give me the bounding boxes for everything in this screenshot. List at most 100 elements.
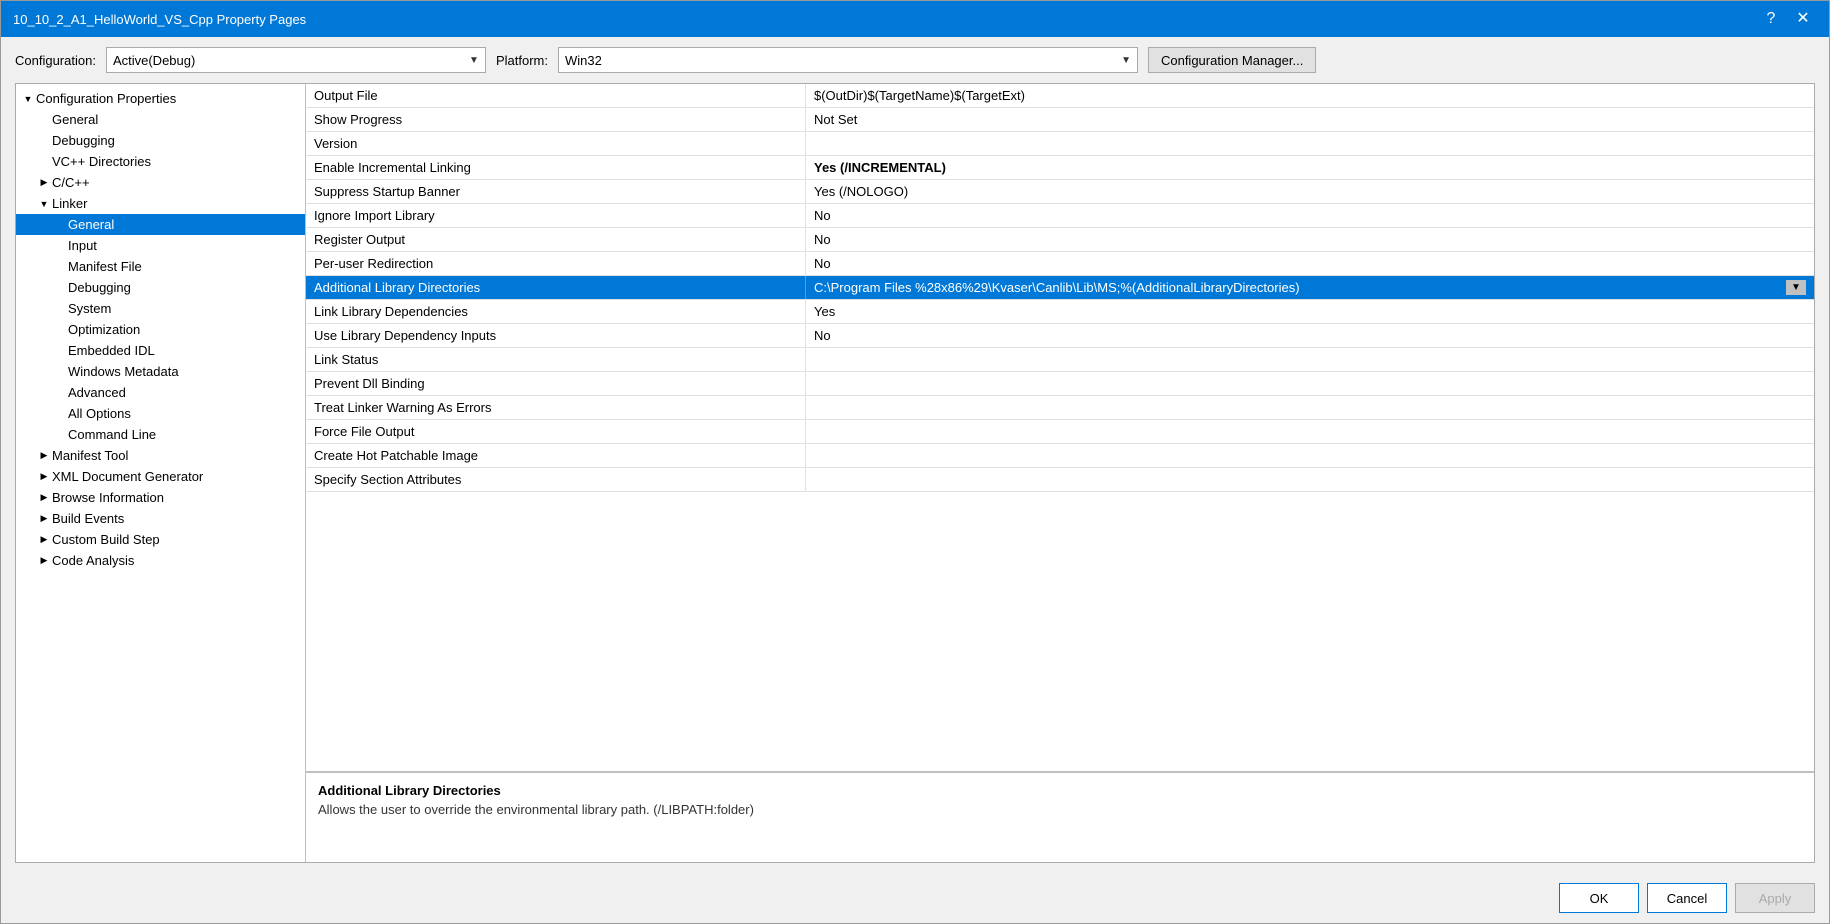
- sidebar-item-custom-build-step[interactable]: ▶Custom Build Step: [16, 529, 305, 550]
- sidebar-item-build-events[interactable]: ▶Build Events: [16, 508, 305, 529]
- cancel-button[interactable]: Cancel: [1647, 883, 1727, 913]
- tree-label-linker-command-line: Command Line: [68, 427, 305, 442]
- prop-row-per-user-redirection[interactable]: Per-user RedirectionNo: [306, 252, 1814, 276]
- apply-button[interactable]: Apply: [1735, 883, 1815, 913]
- prop-value-text-output-file: $(OutDir)$(TargetName)$(TargetExt): [814, 88, 1025, 103]
- tree-label-linker-system: System: [68, 301, 305, 316]
- tree-arrow-linker: ▼: [36, 199, 52, 209]
- prop-dropdown-btn-additional-library-dirs[interactable]: ▼: [1786, 280, 1806, 295]
- sidebar-item-linker-debugging[interactable]: Debugging: [16, 277, 305, 298]
- prop-name-register-output: Register Output: [306, 228, 806, 251]
- prop-row-link-library-dependencies[interactable]: Link Library DependenciesYes: [306, 300, 1814, 324]
- prop-row-create-hot-patchable-image[interactable]: Create Hot Patchable Image: [306, 444, 1814, 468]
- prop-row-use-library-dependency-inputs[interactable]: Use Library Dependency InputsNo: [306, 324, 1814, 348]
- sidebar-item-linker-manifest-file[interactable]: Manifest File: [16, 256, 305, 277]
- sidebar-item-code-analysis[interactable]: ▶Code Analysis: [16, 550, 305, 571]
- sidebar-item-vcpp-directories[interactable]: VC++ Directories: [16, 151, 305, 172]
- prop-value-link-status: [806, 348, 1814, 371]
- prop-value-output-file: $(OutDir)$(TargetName)$(TargetExt): [806, 84, 1814, 107]
- config-select[interactable]: Active(Debug) ▼: [106, 47, 486, 73]
- prop-name-additional-library-dirs: Additional Library Directories: [306, 276, 806, 299]
- tree-arrow-xml-doc-generator: ▶: [36, 471, 52, 482]
- sidebar-item-linker-optimization[interactable]: Optimization: [16, 319, 305, 340]
- platform-dropdown-arrow: ▼: [1121, 55, 1131, 66]
- tree-label-manifest-tool: Manifest Tool: [52, 448, 305, 463]
- prop-row-ignore-import-library[interactable]: Ignore Import LibraryNo: [306, 204, 1814, 228]
- tree-label-linker-optimization: Optimization: [68, 322, 305, 337]
- sidebar-item-config-properties[interactable]: ▼Configuration Properties: [16, 88, 305, 109]
- prop-name-prevent-dll-binding: Prevent Dll Binding: [306, 372, 806, 395]
- prop-name-version: Version: [306, 132, 806, 155]
- tree-label-cpp: C/C++: [52, 175, 305, 190]
- prop-row-specify-section-attributes[interactable]: Specify Section Attributes: [306, 468, 1814, 492]
- prop-value-create-hot-patchable-image: [806, 444, 1814, 467]
- sidebar-item-xml-doc-generator[interactable]: ▶XML Document Generator: [16, 466, 305, 487]
- prop-value-text-show-progress: Not Set: [814, 112, 857, 127]
- sidebar-item-debugging[interactable]: Debugging: [16, 130, 305, 151]
- prop-value-show-progress: Not Set: [806, 108, 1814, 131]
- prop-row-additional-library-dirs[interactable]: Additional Library DirectoriesC:\Program…: [306, 276, 1814, 300]
- sidebar-item-linker-windows-metadata[interactable]: Windows Metadata: [16, 361, 305, 382]
- platform-label: Platform:: [496, 53, 548, 68]
- prop-value-use-library-dependency-inputs: No: [806, 324, 1814, 347]
- prop-value-text-use-library-dependency-inputs: No: [814, 328, 831, 343]
- prop-name-link-status: Link Status: [306, 348, 806, 371]
- prop-value-text-link-library-dependencies: Yes: [814, 304, 835, 319]
- prop-value-text-per-user-redirection: No: [814, 256, 831, 271]
- sidebar-item-linker[interactable]: ▼Linker: [16, 193, 305, 214]
- prop-row-suppress-startup-banner[interactable]: Suppress Startup BannerYes (/NOLOGO): [306, 180, 1814, 204]
- tree-label-xml-doc-generator: XML Document Generator: [52, 469, 305, 484]
- prop-value-suppress-startup-banner: Yes (/NOLOGO): [806, 180, 1814, 203]
- prop-row-output-file[interactable]: Output File $(OutDir)$(TargetName)$(Targe…: [306, 84, 1814, 108]
- prop-row-show-progress[interactable]: Show ProgressNot Set: [306, 108, 1814, 132]
- prop-name-output-file: Output File: [306, 84, 806, 107]
- sidebar-item-cpp[interactable]: ▶C/C++: [16, 172, 305, 193]
- sidebar-item-linker-input[interactable]: Input: [16, 235, 305, 256]
- tree-label-linker-advanced: Advanced: [68, 385, 305, 400]
- title-bar: 10_10_2_A1_HelloWorld_VS_Cpp Property Pa…: [1, 1, 1829, 37]
- sidebar-item-linker-system[interactable]: System: [16, 298, 305, 319]
- sidebar-item-general[interactable]: General: [16, 109, 305, 130]
- sidebar-item-linker-general[interactable]: General: [16, 214, 305, 235]
- prop-value-text-register-output: No: [814, 232, 831, 247]
- tree-arrow-manifest-tool: ▶: [36, 450, 52, 461]
- config-manager-button[interactable]: Configuration Manager...: [1148, 47, 1316, 73]
- prop-name-enable-incremental-linking: Enable Incremental Linking: [306, 156, 806, 179]
- prop-row-version[interactable]: Version: [306, 132, 1814, 156]
- prop-row-prevent-dll-binding[interactable]: Prevent Dll Binding: [306, 372, 1814, 396]
- sidebar-item-linker-advanced[interactable]: Advanced: [16, 382, 305, 403]
- prop-row-register-output[interactable]: Register Output No: [306, 228, 1814, 252]
- sidebar-item-manifest-tool[interactable]: ▶Manifest Tool: [16, 445, 305, 466]
- sidebar-item-linker-command-line[interactable]: Command Line: [16, 424, 305, 445]
- prop-row-force-file-output[interactable]: Force File Output: [306, 420, 1814, 444]
- prop-value-prevent-dll-binding: [806, 372, 1814, 395]
- prop-value-text-enable-incremental-linking: Yes (/INCREMENTAL): [814, 160, 946, 175]
- sidebar-item-linker-embedded-idl[interactable]: Embedded IDL: [16, 340, 305, 361]
- prop-value-treat-linker-warning: [806, 396, 1814, 419]
- tree-label-linker-windows-metadata: Windows Metadata: [68, 364, 305, 379]
- prop-value-additional-library-dirs: C:\Program Files %28x86%29\Kvaser\Canlib…: [806, 276, 1814, 299]
- properties-table: Output File $(OutDir)$(TargetName)$(Targe…: [306, 84, 1814, 772]
- prop-row-treat-linker-warning[interactable]: Treat Linker Warning As Errors: [306, 396, 1814, 420]
- help-button[interactable]: ?: [1757, 7, 1785, 31]
- tree-label-build-events: Build Events: [52, 511, 305, 526]
- platform-select[interactable]: Win32 ▼: [558, 47, 1138, 73]
- prop-row-link-status[interactable]: Link Status: [306, 348, 1814, 372]
- prop-value-register-output: No: [806, 228, 1814, 251]
- ok-button[interactable]: OK: [1559, 883, 1639, 913]
- config-row: Configuration: Active(Debug) ▼ Platform:…: [15, 47, 1815, 73]
- prop-value-ignore-import-library: No: [806, 204, 1814, 227]
- prop-row-enable-incremental-linking[interactable]: Enable Incremental Linking Yes (/INCREMEN…: [306, 156, 1814, 180]
- window-title: 10_10_2_A1_HelloWorld_VS_Cpp Property Pa…: [13, 12, 306, 27]
- tree-arrow-config-properties: ▼: [20, 94, 36, 104]
- tree-label-linker-embedded-idl: Embedded IDL: [68, 343, 305, 358]
- prop-value-specify-section-attributes: [806, 468, 1814, 491]
- description-panel: Additional Library Directories Allows th…: [306, 772, 1814, 862]
- sidebar-item-linker-all-options[interactable]: All Options: [16, 403, 305, 424]
- tree-label-debugging: Debugging: [52, 133, 305, 148]
- sidebar-item-browse-information[interactable]: ▶Browse Information: [16, 487, 305, 508]
- platform-value: Win32: [565, 53, 602, 68]
- tree-label-linker-manifest-file: Manifest File: [68, 259, 305, 274]
- close-button[interactable]: ✕: [1789, 7, 1817, 31]
- tree-label-code-analysis: Code Analysis: [52, 553, 305, 568]
